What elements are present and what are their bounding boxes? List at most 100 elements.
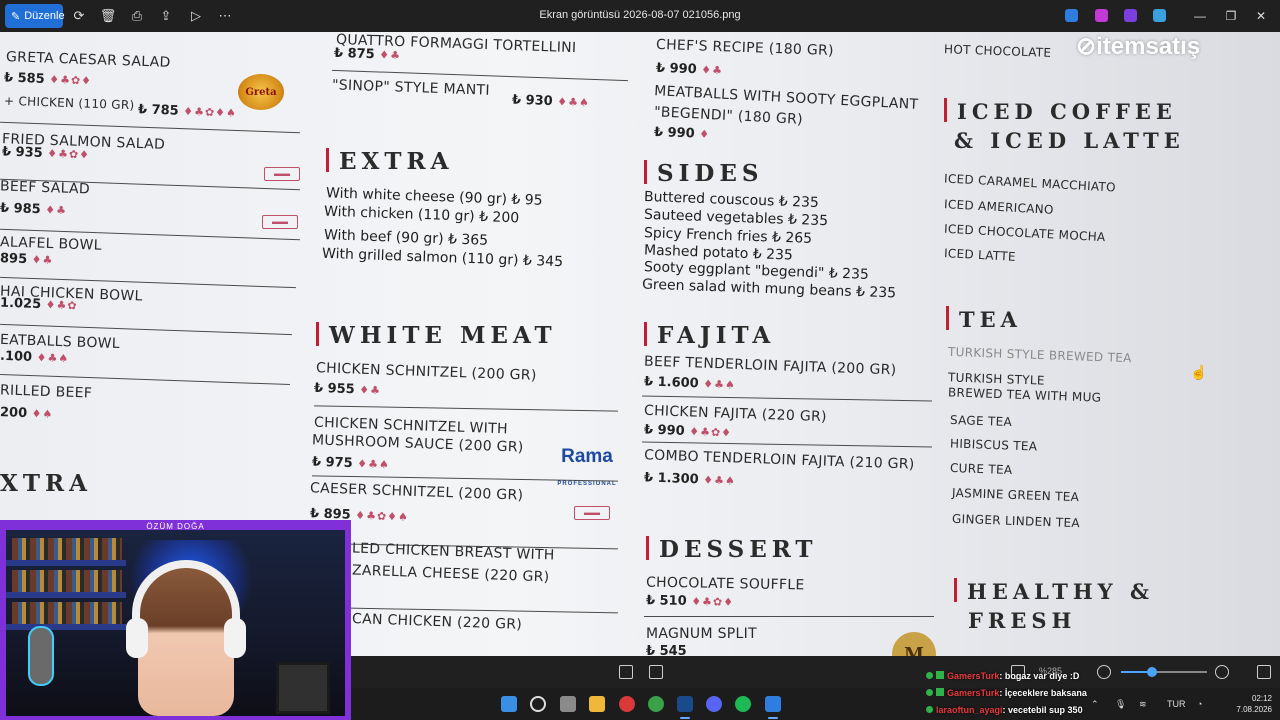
spotify-icon[interactable] xyxy=(735,696,751,712)
start-icon[interactable] xyxy=(501,696,517,712)
vegan-badge: ▬▬ xyxy=(574,506,610,520)
network-icon[interactable]: ≋ xyxy=(1139,699,1147,710)
menu-price: 1.025 ♦♣✿ xyxy=(0,295,78,313)
drink-item: ICED CHOCOLATE MOCHA xyxy=(943,221,1106,245)
menu-price: ₺ 585 ♦♣✿♦ xyxy=(3,70,93,88)
active-indicator xyxy=(768,717,778,719)
active-indicator xyxy=(680,717,690,719)
menu-item: HOT CHOCOLATE xyxy=(943,42,1052,60)
divider xyxy=(314,405,618,412)
wall-picture xyxy=(276,662,330,714)
section-heading-tea: TEA xyxy=(946,306,1022,332)
system-clock[interactable]: 02:12 7.08.2026 xyxy=(1236,693,1272,715)
greta-logo: Greta xyxy=(238,74,284,110)
rotate-icon[interactable]: ⟳ xyxy=(70,7,88,25)
search-icon[interactable] xyxy=(530,696,546,712)
menu-price: ₺ 510 ♦♣✿♦ xyxy=(645,593,735,609)
menu-item: BEEF SALAD xyxy=(0,178,91,198)
menu-item: CHEF'S RECIPE (180 GR) xyxy=(655,36,835,60)
menu-item: RILLED BEEF xyxy=(0,382,93,402)
zoom-slider-thumb[interactable] xyxy=(1147,667,1157,677)
bookshelf xyxy=(12,602,122,624)
keyboard-language[interactable]: TUR xyxy=(1167,699,1186,709)
shelf xyxy=(6,624,126,630)
discord-icon[interactable] xyxy=(706,696,722,712)
photos-app-window: ✎ Düzenle ⟳ 🗑 ⎙ ⇪ ▷ ⋯ Ekran görüntüsü 20… xyxy=(0,0,1280,720)
edit-button[interactable]: ✎ Düzenle xyxy=(5,4,65,28)
menu-item-line2: "BEGENDI" (180 GR) xyxy=(653,104,804,128)
bookshelf xyxy=(12,538,122,560)
drink-item: ICED CARAMEL MACCHIATO xyxy=(943,171,1117,195)
menu-item: CHICKEN SCHNITZEL (200 GR) xyxy=(315,360,537,384)
app-icon-1[interactable] xyxy=(1065,9,1078,22)
edit-button-label: Düzenle xyxy=(24,10,65,22)
menu-item: MAGNUM SPLIT xyxy=(646,626,757,642)
menu-item-greta-caesar: GRETA CAESAR SALAD xyxy=(5,49,171,71)
app-icon-red[interactable] xyxy=(619,696,635,712)
menu-item: COMBO TENDERLOIN FAJITA (210 GR) xyxy=(643,447,915,473)
maximize-icon[interactable]: ❐ xyxy=(1222,7,1240,25)
menu-price: ₺ 985 ♦♣ xyxy=(0,200,68,218)
menu-item: CAESER SCHNITZEL (200 GR) xyxy=(309,480,524,504)
app-icon-2[interactable] xyxy=(1095,9,1108,22)
slideshow-icon[interactable]: ▷ xyxy=(187,7,205,25)
headset-earcup xyxy=(126,618,148,658)
fullscreen-icon[interactable] xyxy=(1257,665,1271,679)
close-icon[interactable]: ✕ xyxy=(1252,7,1270,25)
stream-chat-overlay: GamersTurk: bogaz var diye :D GamersTurk… xyxy=(926,668,1136,719)
file-explorer-icon[interactable] xyxy=(589,696,605,712)
extra-item: With grilled salmon (110 gr) ₺ 345 xyxy=(321,245,564,271)
menu-price: ₺ 875 ♦♣ xyxy=(333,45,402,63)
menu-price: ₺ 935 ♦♣✿♦ xyxy=(1,144,91,162)
photos-icon[interactable] xyxy=(765,696,781,712)
drink-item: ICED AMERICANO xyxy=(943,197,1055,217)
webcam-feed xyxy=(6,530,345,716)
menu-item: CHICKEN FAJITA (220 GR) xyxy=(643,402,828,426)
fit-screen-icon[interactable] xyxy=(619,665,633,679)
share-icon[interactable]: ⇪ xyxy=(157,7,175,25)
zoom-in-icon[interactable] xyxy=(1215,665,1229,679)
wifi-icon[interactable]: ◔ xyxy=(1197,699,1202,709)
section-heading-extra-left: XTRA xyxy=(0,470,92,497)
minimize-icon[interactable]: — xyxy=(1191,7,1209,25)
section-heading-iced-latte: & ICED LATTE xyxy=(954,128,1185,153)
viewer-toolbar: ✎ Düzenle ⟳ 🗑 ⎙ ⇪ ▷ ⋯ Ekran görüntüsü 20… xyxy=(0,0,1280,32)
microphone xyxy=(28,626,54,686)
extra-item: With chicken (110 gr) ₺ 200 xyxy=(323,203,520,227)
divider xyxy=(642,395,932,402)
section-heading-white-meat: WHITE MEAT xyxy=(316,322,557,349)
shelf xyxy=(6,592,126,598)
menu-price: ₺ 990 ♦♣✿♦ xyxy=(643,422,733,440)
menu-item: "SINOP" STYLE MANTI xyxy=(331,77,491,99)
chrome-icon[interactable] xyxy=(648,696,664,712)
menu-item: CHOCOLATE SOUFFLE xyxy=(645,574,805,594)
tea-item: GINGER LINDEN TEA xyxy=(951,511,1081,531)
print-icon[interactable]: ⎙ xyxy=(128,7,146,25)
rama-logo: Rama PROFESSIONAL xyxy=(557,446,617,487)
menu-price: 200 ♦♠ xyxy=(0,405,54,422)
app-icon-4[interactable] xyxy=(1153,9,1166,22)
section-heading-iced-coffee: ICED COFFEE xyxy=(944,98,1177,124)
menu-item: LED CHICKEN BREAST WITH xyxy=(351,540,555,564)
steam-icon[interactable] xyxy=(677,696,693,712)
film-strip-icon[interactable] xyxy=(649,665,663,679)
menu-subitem: + CHICKEN (110 GR) xyxy=(3,93,135,113)
menu-item: CAN CHICKEN (220 GR) xyxy=(351,611,523,633)
clock-date: 7.08.2026 xyxy=(1236,705,1272,714)
section-heading-sides: SIDES xyxy=(644,160,763,187)
task-view-icon[interactable] xyxy=(560,696,576,712)
section-heading-extra: EXTRA xyxy=(326,148,453,175)
menu-price: ₺ 785 ♦♣✿♦♠ xyxy=(137,102,238,120)
chat-message: GamersTurk: bogaz var diye :D xyxy=(926,668,1136,685)
section-heading-dessert: DESSERT xyxy=(646,536,818,563)
chat-message: GamersTurk: İçeceklere baksana xyxy=(926,685,1136,702)
tea-item: CURE TEA xyxy=(949,460,1013,478)
mouse-cursor-icon: ☝ xyxy=(1190,364,1208,380)
delete-icon[interactable]: 🗑 xyxy=(99,7,117,25)
more-options-icon[interactable]: ⋯ xyxy=(216,7,234,25)
app-icon-3[interactable] xyxy=(1124,9,1137,22)
extra-item: With beef (90 gr) ₺ 365 xyxy=(323,227,489,249)
menu-price: .100 ♦♣♠ xyxy=(0,348,70,366)
tea-item: HIBISCUS TEA xyxy=(949,436,1038,454)
viewer-bottom-bar: %285 xyxy=(351,656,1280,688)
